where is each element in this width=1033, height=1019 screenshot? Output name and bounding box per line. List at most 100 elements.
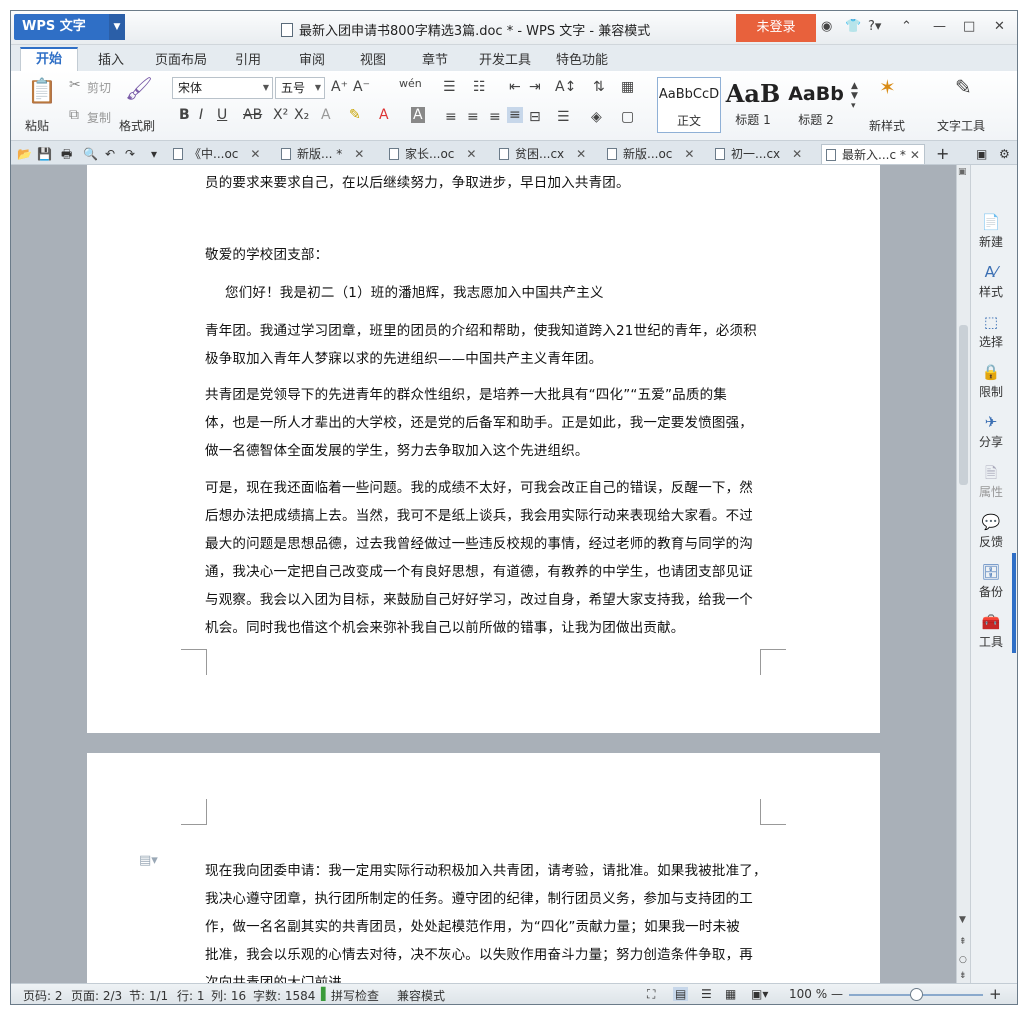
tab-view[interactable]: 视图 [360, 49, 386, 68]
shrink-font-icon[interactable]: A⁻ [353, 79, 370, 95]
open-icon[interactable]: 📂 [17, 144, 32, 164]
zoom-slider-thumb[interactable] [910, 988, 923, 1001]
subscript-icon[interactable]: X₂ [294, 107, 309, 123]
superscript-icon[interactable]: X² [273, 107, 288, 123]
align-left-icon[interactable]: ≡ [445, 109, 457, 125]
status-word-count[interactable]: 字数: 1584 [253, 987, 315, 1004]
next-page-icon[interactable]: ⇟ [959, 971, 967, 981]
sidepanel-tools[interactable]: 🧰 工具 [971, 613, 1011, 650]
distribute-icon[interactable]: ⊟ [529, 109, 541, 125]
paragraph-marker-icon[interactable]: ▤▾ [139, 853, 158, 868]
zoom-level[interactable]: 100 % [789, 987, 827, 1001]
collapse-ribbon-icon[interactable]: ⌃ [901, 19, 912, 34]
select-browse-icon[interactable]: ○ [959, 955, 967, 965]
skin-icon[interactable]: ◉ [821, 19, 832, 34]
zoom-out-icon[interactable]: — [831, 987, 843, 1001]
outline-view-icon[interactable]: ☰ [701, 987, 712, 1001]
style-normal[interactable]: AaBbCcD 正文 [657, 77, 721, 133]
wps-menu-button[interactable]: WPS 文字 ▼ [14, 14, 125, 40]
doc-tab-active[interactable]: 最新入...c * ✕ [821, 144, 925, 164]
tab-insert[interactable]: 插入 [98, 49, 124, 68]
align-right-icon[interactable]: ≡ [489, 109, 501, 125]
sidepanel-feedback[interactable]: 💬 反馈 [971, 513, 1011, 550]
increase-indent-icon[interactable]: ⇥ [529, 79, 541, 95]
sidepanel-select[interactable]: ⬚ 选择 [971, 313, 1011, 350]
tab-settings-icon[interactable]: ⚙ [999, 144, 1010, 164]
tab-page-layout[interactable]: 页面布局 [155, 49, 207, 68]
page-1[interactable]: 员的要求来要求自己，在以后继续努力，争取进步，早日加入共青团。 敬爱的学校团支部… [87, 165, 880, 733]
tab-list-icon[interactable]: ▣ [976, 144, 987, 164]
undo-icon[interactable]: ↶ [105, 144, 115, 164]
close-icon[interactable]: ✕ [354, 147, 364, 161]
sidepanel-backup[interactable]: 🗄 备份 [971, 563, 1011, 600]
web-view-icon[interactable]: ▦ [725, 987, 736, 1001]
numbering-icon[interactable]: ☷ [473, 79, 486, 95]
decrease-indent-icon[interactable]: ⇤ [509, 79, 521, 95]
style-heading-2[interactable]: AaBb 标题 2 [785, 77, 847, 133]
maximize-icon[interactable]: □ [963, 19, 975, 34]
doc-tab[interactable]: 新版...oc ✕ [607, 144, 694, 164]
sidepanel-properties[interactable]: 🗎 属性 [971, 463, 1011, 500]
text-effect-icon[interactable]: A [321, 107, 331, 123]
close-icon[interactable]: ✕ [250, 147, 260, 161]
zoom-slider[interactable] [849, 988, 983, 1001]
paste-button[interactable]: 粘贴 [25, 117, 49, 134]
phonetic-guide-icon[interactable]: wén [399, 77, 422, 90]
bold-icon[interactable]: B [179, 107, 190, 123]
sidepanel-new[interactable]: 📄 新建 [971, 213, 1011, 250]
char-shading-icon[interactable]: A [411, 107, 425, 123]
tab-developer[interactable]: 开发工具 [479, 49, 531, 68]
align-center-icon[interactable]: ≡ [467, 109, 479, 125]
close-icon[interactable]: ✕ [466, 147, 476, 161]
zoom-in-icon[interactable]: + [989, 985, 1002, 1003]
chevron-down-icon[interactable]: ▾ [151, 144, 157, 164]
text-direction-icon[interactable]: A↕ [555, 79, 576, 95]
shirt-icon[interactable]: 👕 [845, 19, 861, 34]
doc-tab[interactable]: 初一...cx ✕ [715, 144, 802, 164]
doc-tab[interactable]: 家长...oc ✕ [389, 144, 476, 164]
scrollbar-thumb[interactable] [959, 325, 968, 485]
tab-features[interactable]: 特色功能 [556, 49, 608, 68]
borders-icon[interactable]: ▢ [621, 109, 634, 125]
copy-button[interactable]: 复制 [87, 109, 111, 126]
doc-tab[interactable]: 新版... * ✕ [281, 144, 364, 164]
close-icon[interactable]: ✕ [910, 148, 920, 162]
cut-icon[interactable]: ✂ [69, 77, 81, 93]
sort-icon[interactable]: ⇅ [593, 79, 605, 95]
vertical-scrollbar[interactable]: ▣ ▼ ⇞ ○ ⇟ [956, 165, 970, 983]
sidepanel-share[interactable]: ✈ 分享 [971, 413, 1011, 450]
full-screen-icon[interactable]: ⛶ [647, 987, 655, 1002]
print-preview-icon[interactable]: 🔍 [83, 144, 98, 164]
font-size-select[interactable]: 五号 ▼ [275, 77, 325, 99]
font-color-icon[interactable]: A [379, 107, 389, 123]
shading-icon[interactable]: ◈ [591, 109, 602, 125]
new-style-icon[interactable]: ✶ [879, 75, 896, 99]
line-spacing-icon[interactable]: ☰ [557, 109, 570, 125]
page-2[interactable]: ▤▾ 现在我向团委申请：我一定用实际行动积极加入共青团，请考验，请批准。如果我被… [87, 753, 880, 983]
paste-icon[interactable]: 📋 [27, 77, 57, 105]
close-icon[interactable]: ✕ [684, 147, 694, 161]
close-icon[interactable]: ✕ [792, 147, 802, 161]
table-icon[interactable]: ▦ [621, 79, 634, 95]
prev-page-icon[interactable]: ⇞ [959, 937, 967, 947]
close-icon[interactable]: ✕ [994, 19, 1005, 34]
split-handle-icon[interactable]: ▣ [958, 167, 967, 177]
highlight-icon[interactable]: ✎ [349, 107, 361, 123]
close-icon[interactable]: ✕ [576, 147, 586, 161]
login-button[interactable]: 未登录 [736, 14, 816, 42]
reading-view-icon[interactable]: ▣▾ [751, 987, 768, 1001]
strikethrough-icon[interactable]: AB [243, 107, 262, 123]
text-tools-button[interactable]: 文字工具 [937, 117, 985, 134]
grow-font-icon[interactable]: A⁺ [331, 79, 348, 95]
styles-scroll-icon[interactable]: ▲ ▼ ▾ [851, 81, 858, 111]
justify-icon[interactable]: ≡ [507, 107, 523, 123]
cut-button[interactable]: 剪切 [87, 79, 111, 96]
page-view-icon[interactable]: ▤ [673, 987, 689, 1001]
tab-section[interactable]: 章节 [422, 49, 448, 68]
sidepanel-style[interactable]: A⁄ 样式 [971, 263, 1011, 300]
tab-references[interactable]: 引用 [235, 49, 261, 68]
text-tools-icon[interactable]: ✎ [955, 75, 972, 99]
minimize-icon[interactable]: — [933, 19, 946, 34]
spell-check-button[interactable]: 拼写检查 [331, 987, 379, 1004]
scroll-down-icon[interactable]: ▼ [959, 915, 966, 925]
